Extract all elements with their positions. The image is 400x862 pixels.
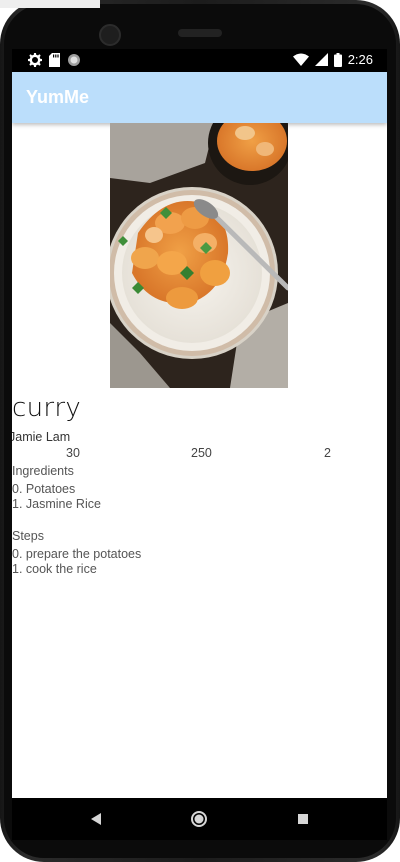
step-item: 1. cook the rice <box>12 562 97 576</box>
home-circle-icon[interactable] <box>190 810 208 828</box>
recipe-author: Jamie Lam <box>12 430 71 444</box>
cell-signal-icon <box>314 53 328 66</box>
app-bar: YumMe <box>12 72 387 123</box>
stat-servings: 2 <box>324 446 331 460</box>
recipe-title: curry <box>12 393 82 423</box>
back-triangle-icon[interactable] <box>87 810 105 828</box>
recipe-stats-row: 30 250 2 <box>12 446 387 462</box>
status-left-icons <box>28 53 81 67</box>
steps-heading: Steps <box>12 529 44 543</box>
ingredients-section: Ingredients 0. Potatoes 1. Jasmine Rice <box>12 464 101 513</box>
battery-icon <box>333 52 342 67</box>
recents-square-icon[interactable] <box>294 810 312 828</box>
status-right-icons: 2:26 <box>292 52 373 67</box>
status-bar: 2:26 <box>12 49 387 72</box>
wifi-icon <box>292 53 309 66</box>
phone-device: 2:26 YumMe curry Jamie Lam 30 250 2 Ingr… <box>0 0 400 862</box>
app-title: YumMe <box>26 87 90 107</box>
sd-card-icon <box>49 53 60 67</box>
phone-screen: 2:26 YumMe curry Jamie Lam 30 250 2 Ingr… <box>12 49 387 798</box>
sync-circle-icon <box>68 54 80 66</box>
ingredients-heading: Ingredients <box>12 464 74 478</box>
stat-time: 30 <box>66 446 80 460</box>
earpiece-speaker <box>178 29 222 37</box>
steps-section: Steps 0. prepare the potatoes 1. cook th… <box>12 529 141 578</box>
ingredient-item: 1. Jasmine Rice <box>12 497 101 511</box>
recipe-photo[interactable] <box>110 123 288 388</box>
desktop-strip <box>0 0 100 8</box>
curry-bowl-photo <box>110 123 288 388</box>
settings-icon <box>28 53 42 67</box>
stat-calories: 250 <box>191 446 212 460</box>
status-time: 2:26 <box>347 52 373 67</box>
step-item: 0. prepare the potatoes <box>12 546 142 561</box>
front-camera <box>99 24 121 46</box>
system-nav-bar <box>12 798 387 840</box>
ingredient-item: 0. Potatoes <box>12 481 76 496</box>
